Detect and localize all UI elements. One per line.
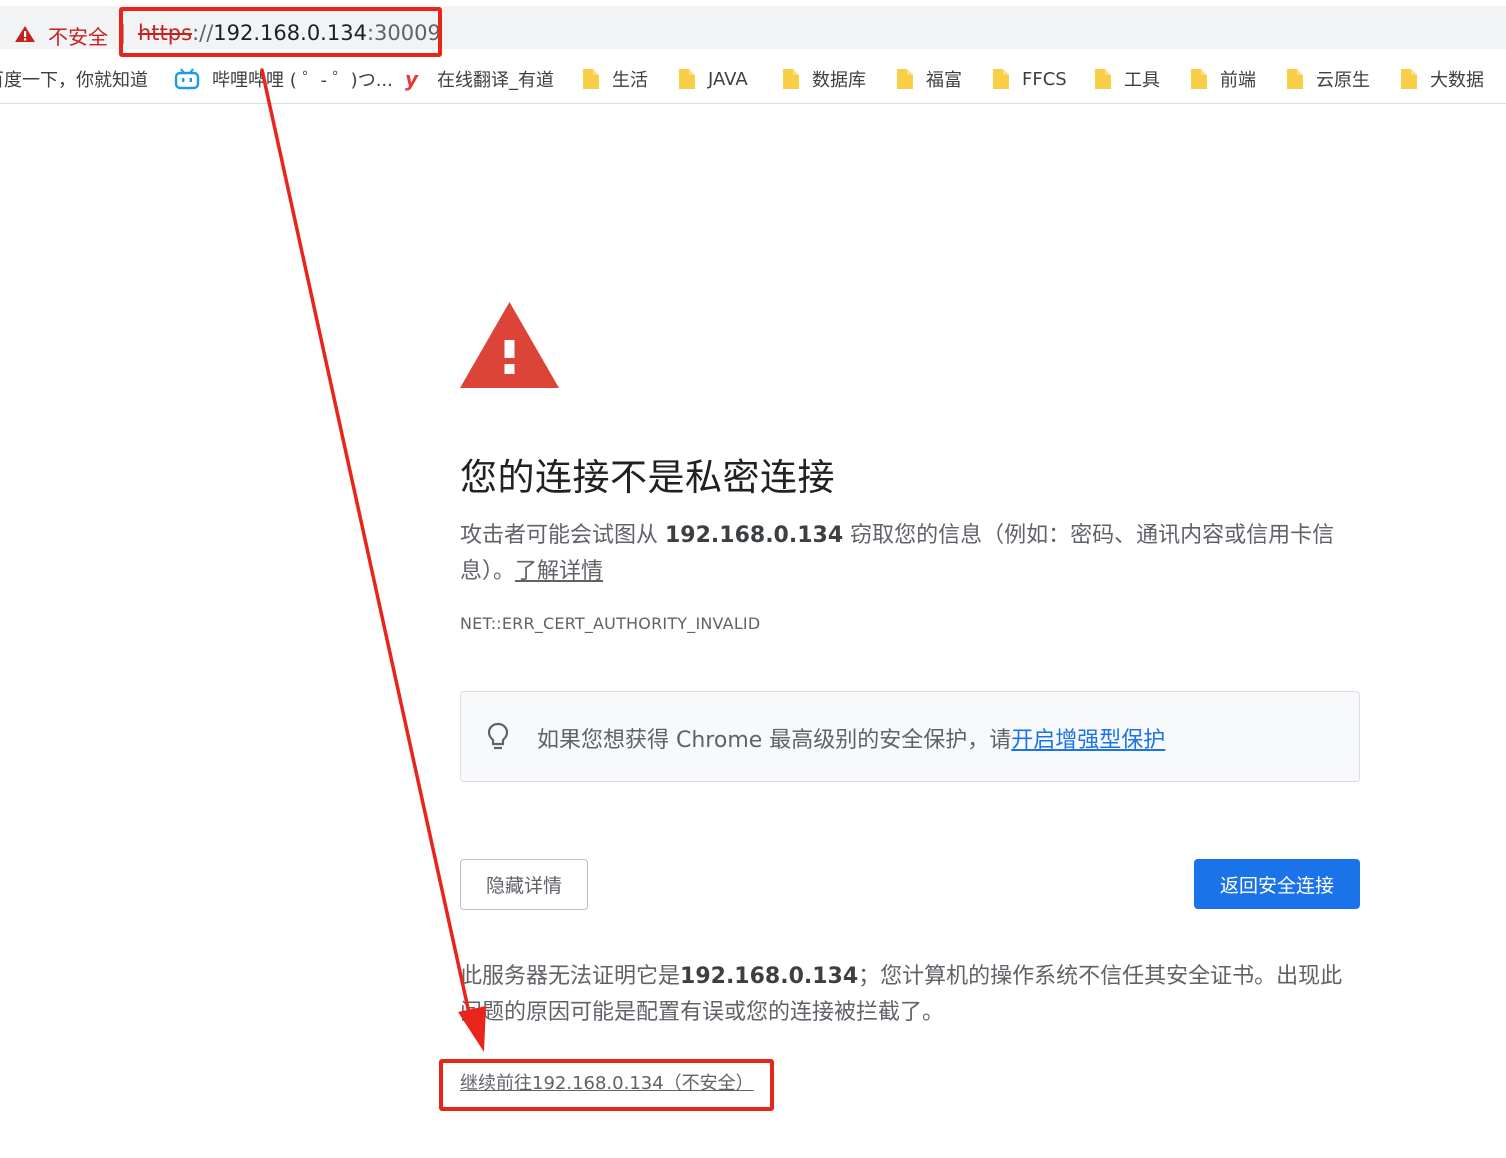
details-host: 192.168.0.134 — [680, 964, 859, 989]
bookmark-label: JAVA — [708, 68, 748, 90]
bookmark-label: 福富 — [926, 70, 962, 91]
folder-icon — [1286, 68, 1304, 90]
bookmark-label: 百度一下，你就知道 — [0, 70, 148, 91]
folder-icon — [582, 68, 600, 90]
folder-icon — [678, 68, 696, 90]
tip-message: 如果您想获得 Chrome 最高级别的安全保护，请 — [537, 728, 1012, 753]
bookmark-label: 生活 — [612, 70, 648, 91]
enable-enhanced-protection-link[interactable]: 开启增强型保护 — [1011, 728, 1165, 753]
annotation-box-url — [119, 7, 442, 57]
annotation-box-proceed-link — [439, 1059, 774, 1111]
bookmark-bilibili[interactable]: 哔哩哔哩 ( ゜- ゜)つ... — [174, 67, 393, 91]
bookmark-folder-fufu[interactable]: 福富 — [896, 67, 962, 91]
bookmark-folder-bigdata[interactable]: 大数据 — [1400, 67, 1484, 91]
tip-text: 如果您想获得 Chrome 最高级别的安全保护，请开启增强型保护 — [537, 722, 1165, 754]
explanation-paragraph: 攻击者可能会试图从 192.168.0.134 窃取您的信息（例如：密码、通讯内… — [460, 518, 1340, 590]
folder-icon — [896, 68, 914, 90]
bookmark-label: FFCS — [1022, 68, 1067, 90]
bookmarks-bar: 百度一下，你就知道 哔哩哔哩 ( ゜- ゜)つ... y 在线翻译_有道 生活 … — [0, 52, 1506, 104]
details-paragraph: 此服务器无法证明它是192.168.0.134；您计算机的操作系统不信任其安全证… — [460, 959, 1360, 1031]
folder-icon — [1094, 68, 1112, 90]
bookmark-folder-tools[interactable]: 工具 — [1094, 67, 1160, 91]
enhanced-protection-tip: 如果您想获得 Chrome 最高级别的安全保护，请开启增强型保护 — [460, 691, 1360, 782]
bookmark-folder-database[interactable]: 数据库 — [782, 67, 866, 91]
bilibili-icon — [174, 68, 200, 90]
large-warning-triangle-icon — [460, 302, 559, 388]
explanation-text-start: 攻击者可能会试图从 — [460, 523, 665, 548]
bookmark-label: 工具 — [1124, 70, 1160, 91]
back-to-safety-button[interactable]: 返回安全连接 — [1194, 859, 1360, 909]
bookmark-youdao[interactable]: y 在线翻译_有道 — [405, 67, 554, 91]
security-status-label[interactable]: 不安全 — [48, 21, 108, 50]
bookmark-label: 哔哩哔哩 ( ゜- ゜)つ... — [212, 70, 393, 91]
not-secure-warning-icon[interactable] — [14, 25, 36, 43]
explanation-host: 192.168.0.134 — [665, 523, 844, 548]
bookmark-label: 前端 — [1220, 70, 1256, 91]
bookmark-folder-frontend[interactable]: 前端 — [1190, 67, 1256, 91]
folder-icon — [1400, 68, 1418, 90]
folder-icon — [992, 68, 1010, 90]
details-text-start: 此服务器无法证明它是 — [460, 964, 681, 989]
lightbulb-icon — [487, 722, 509, 750]
bookmark-folder-shenghuo[interactable]: 生活 — [582, 67, 648, 91]
folder-icon — [782, 68, 800, 90]
folder-icon — [1190, 68, 1208, 90]
hide-details-button[interactable]: 隐藏详情 — [460, 859, 588, 910]
bookmark-folder-java[interactable]: JAVA — [678, 67, 748, 91]
bookmark-folder-cloudnative[interactable]: 云原生 — [1286, 67, 1370, 91]
bookmark-label: 云原生 — [1316, 70, 1370, 91]
bookmark-label: 大数据 — [1430, 70, 1484, 91]
youdao-icon: y — [405, 67, 419, 91]
learn-more-link[interactable]: 了解详情 — [515, 559, 603, 584]
bookmark-label: 数据库 — [812, 70, 866, 91]
bookmark-label: 在线翻译_有道 — [437, 70, 554, 91]
bookmark-folder-ffcs[interactable]: FFCS — [992, 67, 1067, 91]
page-heading: 您的连接不是私密连接 — [460, 456, 835, 499]
bookmark-baidu[interactable]: 百度一下，你就知道 — [0, 67, 148, 91]
error-code: NET::ERR_CERT_AUTHORITY_INVALID — [460, 614, 761, 633]
